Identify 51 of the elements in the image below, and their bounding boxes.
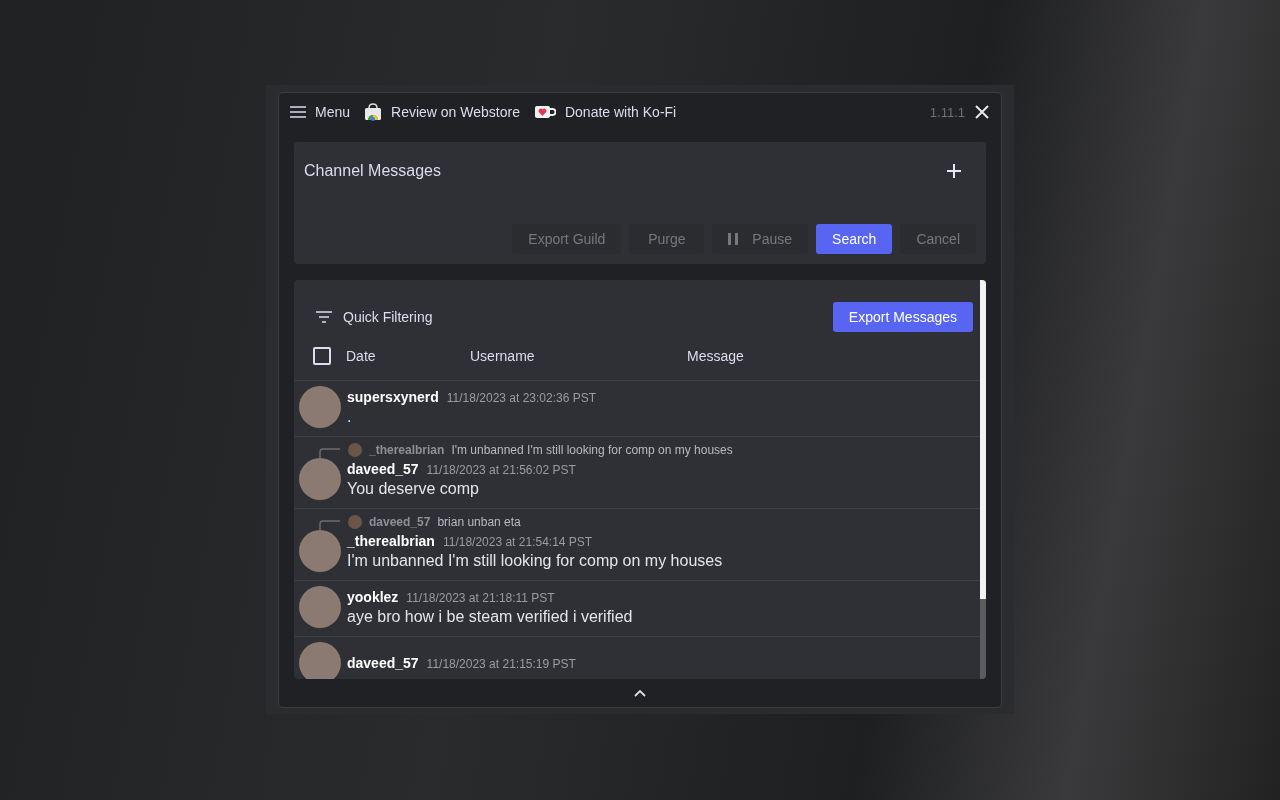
quick-filter-button[interactable]: Quick Filtering	[316, 309, 433, 325]
review-link[interactable]: Review on Webstore	[364, 103, 520, 121]
avatar	[299, 530, 341, 572]
reply-connector-icon	[319, 520, 341, 530]
reply-username: _therealbrian	[369, 443, 445, 457]
store-bag-icon	[364, 103, 383, 121]
close-icon	[975, 105, 989, 119]
column-header[interactable]: Message	[687, 348, 744, 364]
message-text: .	[347, 407, 353, 426]
avatar	[299, 642, 341, 679]
timestamp: 11/18/2023 at 21:54:14 PST	[442, 534, 593, 549]
version-label: 1.11.1	[929, 104, 965, 120]
menu-icon	[290, 106, 306, 118]
timestamp: 11/18/2023 at 23:02:36 PST	[446, 390, 597, 405]
pause-icon	[728, 233, 739, 245]
reply-connector-icon	[319, 448, 341, 458]
username: supersxynerd	[347, 388, 439, 405]
column-header[interactable]: Username	[470, 348, 687, 364]
filter-icon	[316, 311, 332, 323]
avatar	[348, 443, 362, 457]
username: yooklez	[347, 588, 399, 605]
message-text: I'm unbanned I'm still looking for comp on my houses	[347, 551, 723, 570]
collapse-button[interactable]	[634, 689, 646, 697]
avatar	[299, 586, 341, 628]
timestamp: 11/18/2023 at 21:15:19 PST	[426, 657, 576, 671]
timestamp: 11/18/2023 at 21:56:02 PST	[426, 462, 576, 477]
username: daveed_57	[347, 460, 419, 477]
reply-text: I'm unbanned I'm still looking for comp on my houses	[451, 443, 733, 457]
message-text: You deserve comp	[347, 479, 480, 498]
username: _therealbrian	[347, 532, 435, 549]
search-button[interactable]: Search	[816, 224, 893, 254]
caret-up-icon	[634, 689, 646, 697]
cup-heart-icon	[533, 104, 556, 120]
username: daveed_57	[347, 655, 419, 671]
message-text: aye bro how i be steam verified i verified	[347, 607, 633, 626]
reply-text: brian unban eta	[437, 515, 521, 529]
add-button[interactable]	[946, 163, 962, 179]
panel-title: Channel Messages	[304, 162, 441, 180]
reply-username: daveed_57	[369, 515, 431, 529]
donate-link[interactable]: Donate with Ko-Fi	[533, 104, 677, 120]
close-button[interactable]	[975, 105, 989, 119]
select-all-checkbox[interactable]	[313, 347, 331, 365]
avatar	[348, 515, 362, 529]
avatar	[299, 458, 341, 500]
scrollbar-thumb[interactable]	[980, 280, 986, 600]
menu-button[interactable]: Menu	[290, 104, 351, 120]
timestamp: 11/18/2023 at 21:18:11 PST	[406, 590, 555, 605]
column-header[interactable]: Date	[346, 348, 470, 364]
avatar	[299, 386, 341, 428]
plus-icon	[946, 163, 962, 179]
export-button[interactable]: Export Messages	[832, 302, 973, 332]
